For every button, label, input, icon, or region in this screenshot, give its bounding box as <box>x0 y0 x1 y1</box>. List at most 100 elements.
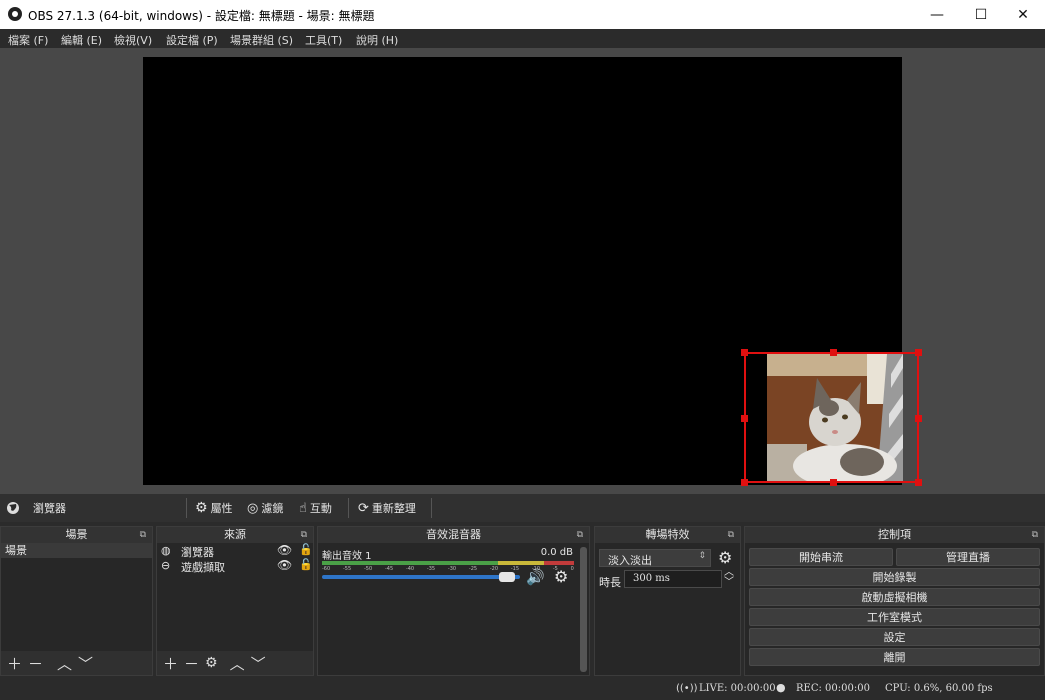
scene-item[interactable]: 場景 <box>1 543 152 558</box>
exit-button[interactable]: 離開 <box>749 648 1040 666</box>
resize-handle-bottom-right[interactable] <box>915 479 922 486</box>
close-button[interactable]: ✕ <box>1000 0 1045 29</box>
title-bar: OBS 27.1.3 (64-bit, windows) - 設定檔: 無標題 … <box>0 0 1045 29</box>
preview-area <box>0 48 1045 494</box>
filters-button[interactable]: ◎ 濾鏡 <box>247 500 283 516</box>
duration-label: 時長 <box>599 576 621 589</box>
volume-slider-thumb[interactable] <box>498 572 515 582</box>
speaker-icon[interactable]: 🔊 <box>526 568 545 586</box>
mixer-scrollbar[interactable] <box>580 547 587 672</box>
lock-icon[interactable]: 🔓 <box>299 543 313 556</box>
resize-handle-bottom[interactable] <box>830 479 837 486</box>
menu-tools[interactable]: 工具(T) <box>305 32 342 48</box>
preview-canvas[interactable] <box>143 57 922 486</box>
current-source: 瀏覽器 <box>6 500 66 516</box>
cat-image <box>767 354 903 481</box>
gear-icon[interactable]: ⚙ <box>554 567 568 586</box>
cat-photo <box>767 354 903 481</box>
cpu-status: CPU: 0.6%, 60.00 fps <box>885 683 993 694</box>
undock-icon[interactable]: ⧉ <box>1032 527 1038 543</box>
move-down-icon[interactable]: ﹀ <box>78 653 93 674</box>
dock-header: 來源 ⧉ <box>157 527 313 543</box>
resize-handle-right[interactable] <box>915 415 922 422</box>
undock-icon[interactable]: ⧉ <box>728 527 734 543</box>
live-status: LIVE: 00:00:00 <box>699 683 776 694</box>
undock-icon[interactable]: ⧉ <box>577 527 583 543</box>
resize-handle-left[interactable] <box>741 415 748 422</box>
settings-button[interactable]: 設定 <box>749 628 1040 646</box>
eye-icon[interactable]: 👁 <box>277 558 292 572</box>
mixer-track: 輸出音效 1 0.0 dB -60 -55 -50 -45 -40 -35 -30 -25 -2… <box>318 543 589 603</box>
toolbar-divider <box>186 498 187 518</box>
gear-icon[interactable]: ⚙ <box>205 655 218 671</box>
duration-input[interactable]: 300 ms <box>624 570 722 588</box>
chevron-updown-icon: ⇕ <box>698 551 706 561</box>
rec-status: REC: 00:00:00 <box>796 683 870 694</box>
source-item[interactable]: ◍ 瀏覽器 👁 🔓 <box>157 543 313 559</box>
maximize-button[interactable]: ☐ <box>958 0 1004 29</box>
refresh-icon: ⟳ <box>358 500 369 516</box>
globe-icon: ◍ <box>161 544 171 557</box>
remove-icon[interactable]: － <box>28 653 43 674</box>
resize-handle-bottom-left[interactable] <box>741 479 748 486</box>
properties-button[interactable]: ⚙ 屬性 <box>195 500 233 516</box>
gear-icon: ⚙ <box>195 500 208 516</box>
add-icon[interactable]: ＋ <box>7 653 22 674</box>
remove-icon[interactable]: － <box>184 653 199 674</box>
menu-help[interactable]: 說明 (H) <box>356 32 398 48</box>
filter-icon: ◎ <box>247 500 259 516</box>
dock-header: 轉場特效 ⧉ <box>595 527 740 543</box>
transitions-dock: 轉場特效 ⧉ 淡入淡出 ⇕ ⚙ 時長 300 ms ︿ ﹀ <box>594 526 741 676</box>
gamepad-icon: ⊖ <box>161 559 171 572</box>
track-level: 0.0 dB <box>540 547 573 558</box>
manage-broadcast-button[interactable]: 管理直播 <box>896 548 1040 566</box>
move-down-icon[interactable]: ﹀ <box>251 653 266 674</box>
scenes-toolbar: ＋ － ︿ ﹀ <box>1 651 152 675</box>
sources-toolbar: ＋ － ⚙ ︿ ﹀ <box>157 651 313 675</box>
scenes-dock: 場景 ⧉ 場景 ＋ － ︿ ﹀ <box>0 526 153 676</box>
resize-handle-top-left[interactable] <box>741 349 748 356</box>
menu-scene-collection[interactable]: 場景群組 (S) <box>230 32 293 48</box>
obs-logo-icon <box>8 7 22 21</box>
undock-icon[interactable]: ⧉ <box>301 527 307 543</box>
duration-stepper[interactable]: ︿ ﹀ <box>724 568 734 588</box>
add-icon[interactable]: ＋ <box>163 653 178 674</box>
minimize-button[interactable]: — <box>914 0 960 29</box>
eye-icon[interactable]: 👁 <box>277 543 292 557</box>
studio-mode-button[interactable]: 工作室模式 <box>749 608 1040 626</box>
menu-bar: 檔案 (F) 編輯 (E) 檢視(V) 設定檔 (P) 場景群組 (S) 工具(… <box>0 29 1045 49</box>
record-dot-icon: ● <box>776 681 786 694</box>
menu-file[interactable]: 檔案 (F) <box>8 32 48 48</box>
level-meter <box>322 561 574 565</box>
menu-profile[interactable]: 設定檔 (P) <box>166 32 218 48</box>
interact-button[interactable]: ☝ 互動 <box>299 500 332 516</box>
lock-icon[interactable]: 🔓 <box>299 558 313 571</box>
refresh-button[interactable]: ⟳ 重新整理 <box>358 500 416 516</box>
resize-handle-top-right[interactable] <box>915 349 922 356</box>
volume-slider[interactable] <box>322 572 520 582</box>
window-title: OBS 27.1.3 (64-bit, windows) - 設定檔: 無標題 … <box>28 9 375 23</box>
transition-select[interactable]: 淡入淡出 ⇕ <box>599 549 711 567</box>
sources-dock: 來源 ⧉ ◍ 瀏覽器 👁 🔓 ⊖ 遊戲擷取 👁 🔓 ＋ － ⚙ ︿ ﹀ <box>156 526 314 676</box>
toolbar-divider <box>431 498 432 518</box>
move-up-icon[interactable]: ︿ <box>230 653 245 674</box>
menu-edit[interactable]: 編輯 (E) <box>61 32 102 48</box>
toolbar-divider <box>348 498 349 518</box>
broadcast-icon: ((•)) <box>676 683 698 694</box>
dock-header: 控制項 ⧉ <box>745 527 1044 543</box>
start-streaming-button[interactable]: 開始串流 <box>749 548 893 566</box>
resize-handle-top[interactable] <box>830 349 837 356</box>
move-up-icon[interactable]: ︿ <box>57 653 72 674</box>
globe-icon <box>7 502 19 514</box>
audio-mixer-dock: 音效混音器 ⧉ 輸出音效 1 0.0 dB -60 -55 -50 -45 -40 -35-… <box>317 526 590 676</box>
start-recording-button[interactable]: 開始錄製 <box>749 568 1040 586</box>
hand-pointer-icon: ☝ <box>299 500 307 516</box>
source-item[interactable]: ⊖ 遊戲擷取 👁 🔓 <box>157 558 313 574</box>
start-virtual-camera-button[interactable]: 啟動虛擬相機 <box>749 588 1040 606</box>
track-name: 輸出音效 1 <box>322 551 372 562</box>
status-bar: ((•)) LIVE: 00:00:00 ● REC: 00:00:00 CPU… <box>0 678 1045 700</box>
undock-icon[interactable]: ⧉ <box>140 527 146 543</box>
selected-source-bounds[interactable] <box>741 349 922 486</box>
menu-view[interactable]: 檢視(V) <box>114 32 152 48</box>
gear-icon[interactable]: ⚙ <box>718 548 732 567</box>
